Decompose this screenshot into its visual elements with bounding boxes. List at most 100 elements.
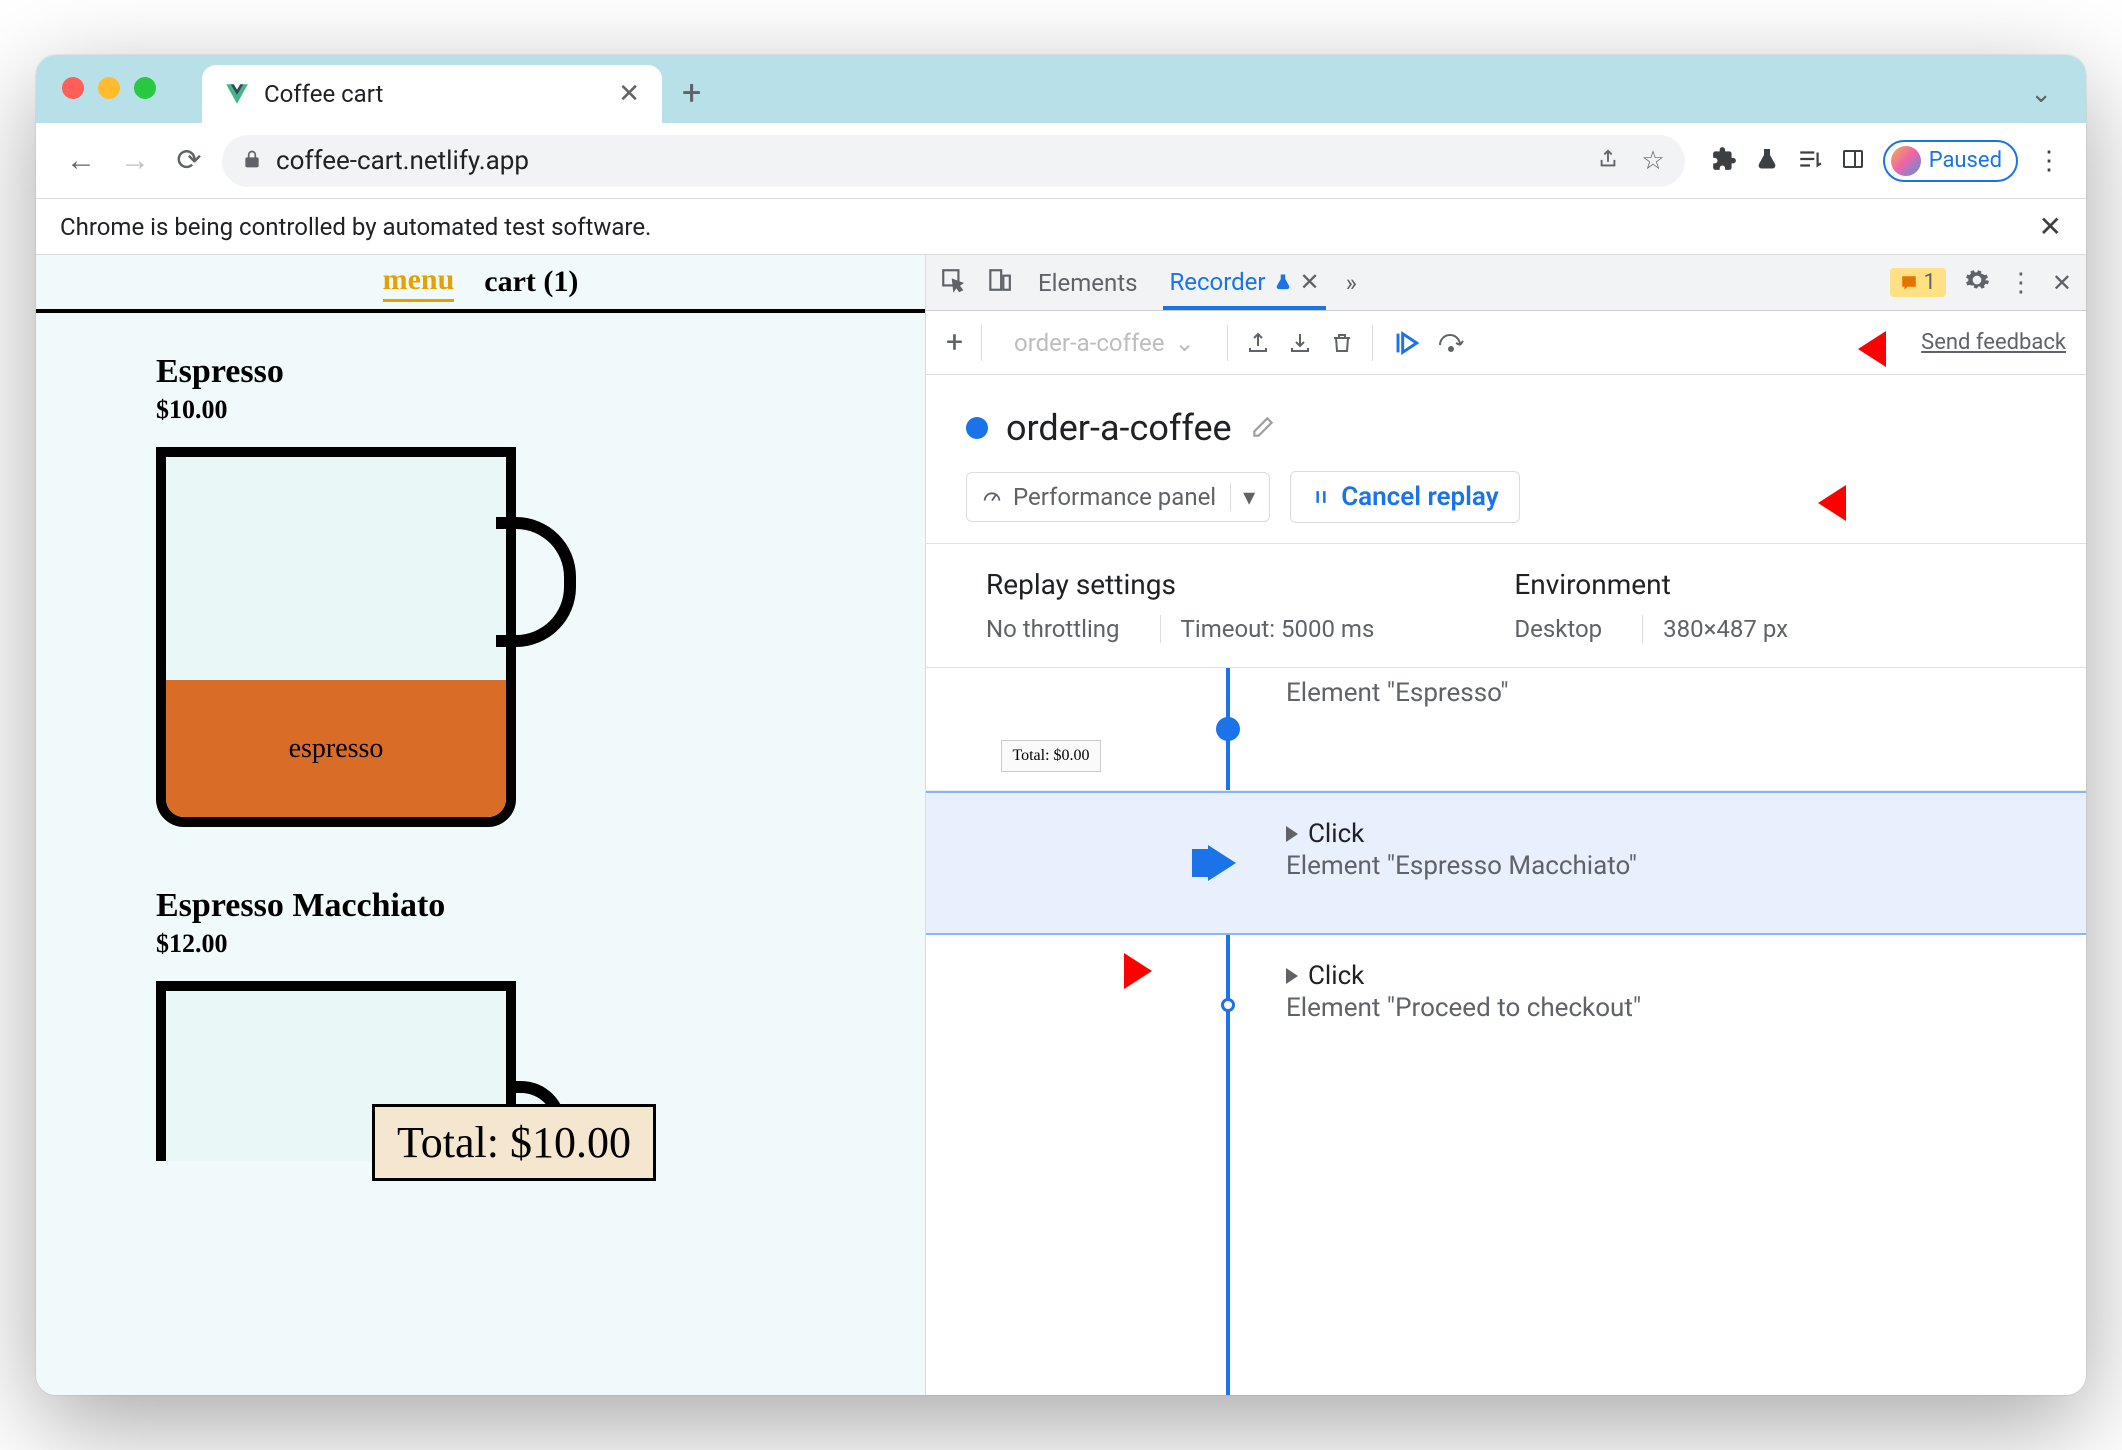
export-icon[interactable] (1246, 331, 1270, 355)
labs-flask-icon[interactable] (1755, 147, 1779, 175)
gauge-icon (981, 486, 1003, 508)
media-controls-icon[interactable] (1797, 146, 1823, 176)
tab-title: Coffee cart (264, 80, 383, 108)
close-devtools-icon[interactable]: ✕ (2052, 269, 2072, 297)
warning-icon (1900, 274, 1918, 292)
device-toolbar-icon[interactable] (986, 267, 1012, 299)
forward-button[interactable]: → (114, 140, 156, 182)
profile-status: Paused (1929, 148, 2002, 173)
site-nav: menu cart (1) (36, 255, 925, 313)
step-row[interactable]: Click Element "Proceed to checkout" (926, 935, 2086, 1075)
product-price: $12.00 (156, 929, 805, 959)
chevron-down-icon: ⌄ (1174, 329, 1194, 357)
throttling-value[interactable]: No throttling (986, 615, 1140, 643)
expand-step-icon[interactable] (1286, 826, 1298, 842)
maximize-window-button[interactable] (134, 77, 156, 99)
bookmark-star-icon[interactable]: ☆ (1641, 146, 1664, 176)
delete-icon[interactable] (1330, 331, 1354, 355)
automation-message: Chrome is being controlled by automated … (60, 213, 651, 241)
device-value[interactable]: Desktop (1514, 615, 1622, 643)
coffee-cup-icon[interactable]: espresso (156, 447, 576, 837)
cup-fill-label: espresso (166, 680, 506, 817)
step-row-active[interactable]: Click Element "Espresso Macchiato" (926, 791, 2086, 935)
replay-settings-label: Replay settings (986, 568, 1394, 601)
share-icon[interactable] (1597, 148, 1619, 174)
issues-chip[interactable]: 1 (1890, 268, 1946, 297)
step-target: Element "Proceed to checkout" (1286, 993, 1641, 1023)
recording-status-dot-icon (966, 417, 988, 439)
browser-tab[interactable]: Coffee cart ✕ (202, 65, 662, 123)
browser-menu-icon[interactable]: ⋮ (2036, 146, 2062, 176)
step-over-icon[interactable] (1437, 331, 1467, 355)
send-feedback-link[interactable]: Send feedback (1921, 330, 2066, 355)
extensions-icon[interactable] (1711, 146, 1737, 176)
step-action: Click (1308, 961, 1364, 991)
back-button[interactable]: ← (60, 140, 102, 182)
environment-label: Environment (1514, 568, 1808, 601)
devtools-tabstrip: Elements Recorder ✕ » 1 ⋮ ✕ (926, 255, 2086, 311)
inspect-element-icon[interactable] (940, 267, 966, 299)
more-tabs-icon[interactable]: » (1346, 269, 1357, 297)
recorder-toolbar: + order-a-coffee ⌄ Send feedback (926, 311, 2086, 375)
viewport-value[interactable]: 380×487 px (1642, 615, 1808, 643)
timeline-marker-icon (1221, 998, 1235, 1012)
window-controls (62, 77, 156, 99)
cancel-replay-button[interactable]: Cancel replay (1290, 471, 1519, 523)
replay-button[interactable] (1391, 329, 1419, 357)
browser-toolbar: ← → ⟳ coffee-cart.netlify.app ☆ Paused ⋮ (36, 123, 2086, 199)
chevron-down-icon: ▾ (1230, 483, 1255, 511)
nav-menu-link[interactable]: menu (383, 263, 455, 302)
settings-gear-icon[interactable] (1964, 267, 1990, 299)
thumb-total: Total: $0.00 (1001, 740, 1100, 772)
reload-button[interactable]: ⟳ (168, 140, 210, 182)
import-icon[interactable] (1288, 331, 1312, 355)
pause-icon (1311, 487, 1331, 507)
new-tab-button[interactable]: + (682, 73, 701, 113)
browser-titlebar: Coffee cart ✕ + ⌄ (36, 55, 2086, 123)
tab-recorder[interactable]: Recorder ✕ (1163, 258, 1325, 310)
steps-timeline: Total: $0.00 Element "Espresso" Click El… (926, 668, 2086, 1395)
nav-cart-link[interactable]: cart (1) (484, 265, 578, 299)
minimize-window-button[interactable] (98, 77, 120, 99)
step-target: Element "Espresso" (1286, 678, 1509, 708)
product-espresso: Espresso $10.00 espresso (156, 353, 805, 837)
url-bar[interactable]: coffee-cart.netlify.app ☆ (222, 135, 1685, 187)
step-thumbnail: Total: $0.00 (946, 668, 1156, 772)
close-tab-icon[interactable]: ✕ (1300, 268, 1320, 296)
timeline-marker-icon (1216, 717, 1240, 741)
profile-chip[interactable]: Paused (1883, 140, 2018, 182)
recording-selector[interactable]: order-a-coffee ⌄ (1000, 323, 1209, 363)
recording-header: order-a-coffee Performance panel ▾ Cance… (926, 375, 2086, 543)
recording-name: order-a-coffee (1006, 407, 1232, 449)
product-macchiato: Espresso Macchiato $12.00 Total: $10.00 (156, 887, 805, 1161)
expand-step-icon[interactable] (1286, 968, 1298, 984)
devtools-menu-icon[interactable]: ⋮ (2008, 268, 2034, 298)
new-recording-button[interactable]: + (946, 325, 963, 360)
product-name: Espresso Macchiato (156, 887, 805, 925)
step-action: Click (1308, 819, 1364, 849)
total-badge[interactable]: Total: $10.00 (372, 1104, 656, 1181)
tabs-dropdown-icon[interactable]: ⌄ (2030, 79, 2052, 109)
url-text: coffee-cart.netlify.app (276, 146, 529, 176)
side-panel-icon[interactable] (1841, 147, 1865, 175)
close-banner-icon[interactable]: ✕ (2039, 210, 2062, 243)
coffee-cup-icon[interactable]: Total: $10.00 (156, 981, 576, 1161)
recorder-settings: Replay settings No throttling Timeout: 5… (926, 543, 2086, 668)
edit-name-icon[interactable] (1250, 407, 1276, 449)
performance-panel-button[interactable]: Performance panel ▾ (966, 472, 1270, 522)
product-name: Espresso (156, 353, 805, 391)
tab-elements[interactable]: Elements (1032, 259, 1143, 307)
product-price: $10.00 (156, 395, 805, 425)
vue-favicon-icon (224, 81, 250, 107)
close-tab-icon[interactable]: ✕ (618, 79, 640, 109)
devtools-panel: Elements Recorder ✕ » 1 ⋮ ✕ (926, 255, 2086, 1395)
current-step-marker-icon (1208, 845, 1236, 881)
step-target: Element "Espresso Macchiato" (1286, 851, 1637, 881)
avatar (1891, 146, 1921, 176)
lock-icon (242, 149, 262, 173)
flask-icon (1274, 273, 1292, 291)
automation-banner: Chrome is being controlled by automated … (36, 199, 2086, 255)
timeout-value[interactable]: Timeout: 5000 ms (1160, 615, 1395, 643)
step-row[interactable]: Total: $0.00 Element "Espresso" (926, 668, 2086, 791)
close-window-button[interactable] (62, 77, 84, 99)
